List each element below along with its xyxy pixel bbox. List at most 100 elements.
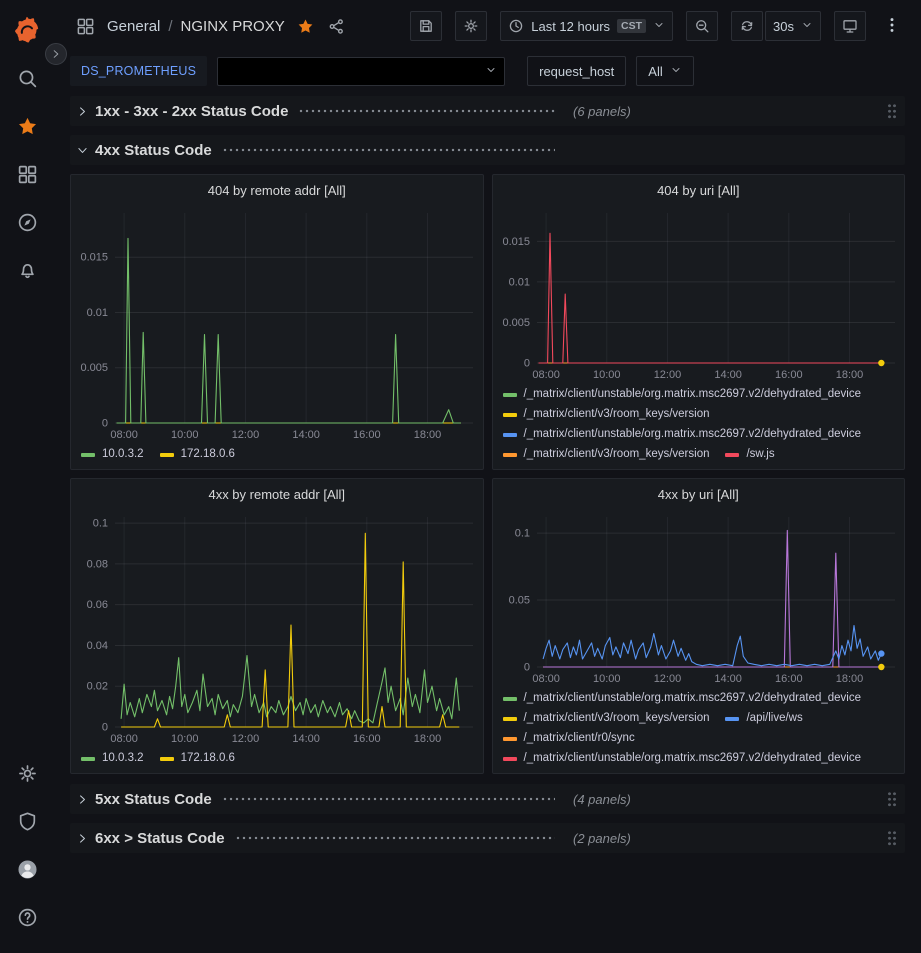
more-options-button[interactable] [879,16,905,37]
row-panel-count: (4 panels) [573,792,631,807]
legend-item[interactable]: /_matrix/client/v3/room_keys/version [503,709,710,728]
legend-item[interactable]: /_matrix/client/v3/room_keys/version [503,445,710,464]
legend-item[interactable]: /_matrix/client/unstable/org.matrix.msc2… [503,385,862,404]
panel-header[interactable]: 4xx by uri [All] [493,479,905,509]
dashboard-row-1xx-3xx-2xx[interactable]: 1xx - 3xx - 2xx Status Code (6 panels) [70,96,905,126]
refresh-dashboard-button[interactable] [731,11,763,41]
dashboard-grid-icon [74,15,97,38]
sidebar-dashboards-button[interactable] [5,152,49,196]
legend-item[interactable]: /_matrix/client/unstable/org.matrix.msc2… [503,749,862,768]
dashboard-row-5xx[interactable]: 5xx Status Code (4 panels) [70,784,905,814]
datasource-variable-select[interactable] [217,57,505,86]
legend-swatch [503,737,517,741]
caret-down-icon [801,19,813,34]
dashboard-row-6xx[interactable]: 6xx > Status Code (2 panels) [70,823,905,853]
panel: 4xx by uri [All] 08:0010:0012:0014:0016:… [492,478,906,774]
kebab-icon [883,16,901,34]
row-drag-handle[interactable] [887,103,897,119]
svg-text:0.015: 0.015 [502,236,530,248]
svg-text:14:00: 14:00 [714,673,742,685]
legend-item[interactable]: /_matrix/client/v3/room_keys/version [503,405,710,424]
legend-label: 172.18.0.6 [181,749,235,768]
panel-chart[interactable]: 08:0010:0012:0014:0016:0018:0000.050.1 [493,509,905,687]
legend-item[interactable]: /sw.js [725,445,774,464]
legend-label: /_matrix/client/unstable/org.matrix.msc2… [524,385,862,404]
share-dashboard-button[interactable] [326,16,347,37]
sidebar-search-button[interactable] [5,56,49,100]
request-host-variable-value[interactable]: All [636,56,693,86]
legend-item[interactable]: /_matrix/client/r0/sync [503,729,635,748]
caret-down-icon [653,19,665,34]
panel-header[interactable]: 4xx by remote addr [All] [71,479,483,509]
sidebar-grafana-logo-button[interactable] [5,8,49,52]
panel-legend: 10.0.3.2 172.18.0.6 [71,747,483,773]
breadcrumb-separator: / [168,18,172,35]
svg-text:10:00: 10:00 [171,733,199,745]
legend-swatch [503,413,517,417]
row-dots-leader [222,797,555,801]
topbar-actions: Last 12 hours CST [410,11,905,41]
time-range-picker[interactable]: Last 12 hours CST [500,11,673,41]
svg-text:0.08: 0.08 [87,558,108,570]
sidebar-server-admin-button[interactable] [5,799,49,843]
legend-swatch [160,757,174,761]
dashboard-row-4xx[interactable]: 4xx Status Code [70,135,905,165]
svg-text:14:00: 14:00 [292,733,320,745]
chevron-right-icon [76,105,89,118]
panel-legend: 10.0.3.2 172.18.0.6 [71,443,483,469]
svg-text:18:00: 18:00 [414,429,442,441]
datasource-variable-label[interactable]: DS_PROMETHEUS [70,56,207,86]
svg-text:14:00: 14:00 [292,429,320,441]
svg-text:0: 0 [102,418,108,430]
sidebar-explore-button[interactable] [5,200,49,244]
legend-item[interactable]: /_matrix/client/unstable/org.matrix.msc2… [503,425,862,444]
refresh-interval-dropdown[interactable]: 30s [765,11,821,41]
legend-label: 10.0.3.2 [102,445,144,464]
save-dashboard-button[interactable] [410,11,442,41]
sidebar-configuration-button[interactable] [5,751,49,795]
sidebar-help-button[interactable] [5,895,49,939]
legend-label: /api/live/ws [746,709,802,728]
refresh-group: 30s [731,11,821,41]
svg-text:08:00: 08:00 [532,369,560,381]
favorite-toggle-button[interactable] [295,16,316,37]
sidebar-alerting-button[interactable] [5,248,49,292]
share-icon [328,18,345,35]
zoom-out-icon [694,18,710,34]
legend-swatch [503,453,517,457]
legend-swatch [725,717,739,721]
legend-label: /_matrix/client/unstable/org.matrix.msc2… [524,749,862,768]
legend-item[interactable]: 10.0.3.2 [81,445,144,464]
panel-chart[interactable]: 08:0010:0012:0014:0016:0018:0000.0050.01… [71,205,483,443]
panel-header[interactable]: 404 by uri [All] [493,175,905,205]
caret-down-icon [670,64,682,79]
panel-title: 4xx by uri [All] [658,487,739,502]
panel-chart[interactable]: 08:0010:0012:0014:0016:0018:0000.0050.01… [493,205,905,383]
legend-item[interactable]: /_matrix/client/unstable/org.matrix.msc2… [503,689,862,708]
zoom-out-time-button[interactable] [686,11,718,41]
variable-value-text: All [648,64,662,79]
sidebar-starred-button[interactable] [5,104,49,148]
legend-item[interactable]: 10.0.3.2 [81,749,144,768]
apps-icon [17,164,38,185]
sidebar-user-avatar-button[interactable] [5,847,49,891]
svg-text:16:00: 16:00 [775,369,803,381]
dashboard-topbar: General / NGINX PROXY [54,0,921,52]
legend-item[interactable]: /api/live/ws [725,709,802,728]
row-drag-handle[interactable] [887,830,897,846]
svg-text:16:00: 16:00 [353,733,381,745]
row-title: 1xx - 3xx - 2xx Status Code [95,103,288,120]
svg-text:0: 0 [523,358,529,370]
request-host-variable-label[interactable]: request_host [527,56,626,86]
row-title-group: 4xx Status Code [95,142,555,159]
dashboard-settings-button[interactable] [455,11,487,41]
svg-text:08:00: 08:00 [110,733,138,745]
tv-mode-button[interactable] [834,11,866,41]
row-drag-handle[interactable] [887,791,897,807]
legend-item[interactable]: 172.18.0.6 [160,749,235,768]
panel-chart[interactable]: 08:0010:0012:0014:0016:0018:0000.020.040… [71,509,483,747]
panel-header[interactable]: 404 by remote addr [All] [71,175,483,205]
breadcrumb-folder[interactable]: General [107,18,160,35]
sidebar-expand-button[interactable] [45,43,67,65]
legend-item[interactable]: 172.18.0.6 [160,445,235,464]
